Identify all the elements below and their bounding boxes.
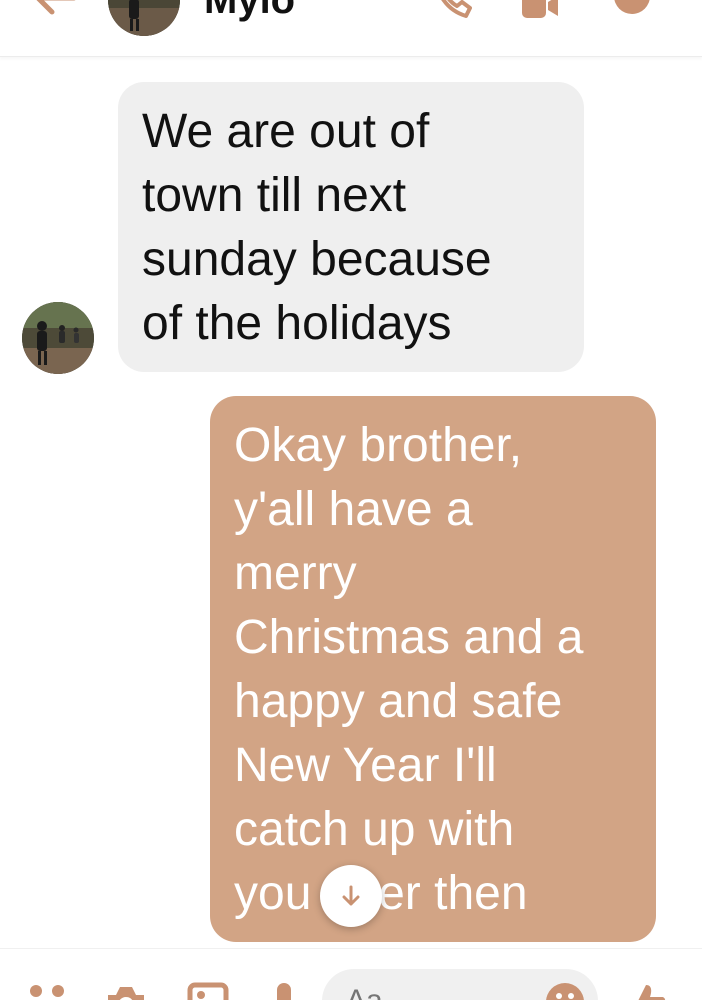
like-button[interactable] xyxy=(624,981,668,1000)
message-line: happy and safe xyxy=(234,675,563,728)
sender-avatar[interactable] xyxy=(22,302,94,374)
message-composer xyxy=(0,948,702,1000)
message-line: y'all have a xyxy=(234,483,473,536)
back-button[interactable] xyxy=(30,0,80,20)
emoji-button[interactable] xyxy=(544,981,586,1000)
chat-screen: Mylo We are out of town till next sunday… xyxy=(0,0,702,1000)
message-line: sunday because xyxy=(142,233,492,286)
info-icon xyxy=(614,0,650,14)
message-line: you after then xyxy=(234,867,528,920)
contact-name[interactable]: Mylo xyxy=(204,0,295,22)
video-call-button[interactable] xyxy=(520,0,560,20)
chat-header: Mylo xyxy=(0,0,702,57)
gallery-icon xyxy=(187,982,229,1000)
message-line: catch up with xyxy=(234,803,515,856)
incoming-message-bubble[interactable]: We are out of town till next sunday beca… xyxy=(118,82,584,372)
gallery-button[interactable] xyxy=(186,981,230,1000)
microphone-icon xyxy=(277,983,291,1000)
back-arrow-icon xyxy=(36,0,76,15)
more-options-button[interactable] xyxy=(26,981,70,1000)
thumbs-up-icon xyxy=(638,985,666,1000)
outgoing-message-bubble[interactable]: Okay brother, y'all have a merry Christm… xyxy=(210,396,656,942)
emoji-icon xyxy=(546,983,584,1000)
message-line: Christmas and a xyxy=(234,611,584,664)
camera-button[interactable] xyxy=(104,981,148,1000)
avatar-photo xyxy=(108,0,180,36)
info-button[interactable] xyxy=(612,0,652,20)
video-camera-icon xyxy=(522,0,558,18)
phone-icon xyxy=(441,0,472,18)
message-line: of the holidays xyxy=(142,297,452,350)
message-line: New Year I'll xyxy=(234,739,497,792)
scroll-to-bottom-button[interactable] xyxy=(320,865,382,927)
sender-avatar-photo xyxy=(22,302,94,374)
message-line: Okay brother, xyxy=(234,419,523,472)
message-line: town till next xyxy=(142,169,407,222)
message-line: merry xyxy=(234,547,357,600)
voice-message-button[interactable] xyxy=(262,981,306,1000)
more-dots-icon xyxy=(30,985,64,997)
message-line: We are out of xyxy=(142,105,430,158)
camera-icon xyxy=(108,987,144,1000)
arrow-down-icon xyxy=(342,885,360,906)
avatar[interactable] xyxy=(108,0,180,36)
voice-call-button[interactable] xyxy=(432,0,472,20)
